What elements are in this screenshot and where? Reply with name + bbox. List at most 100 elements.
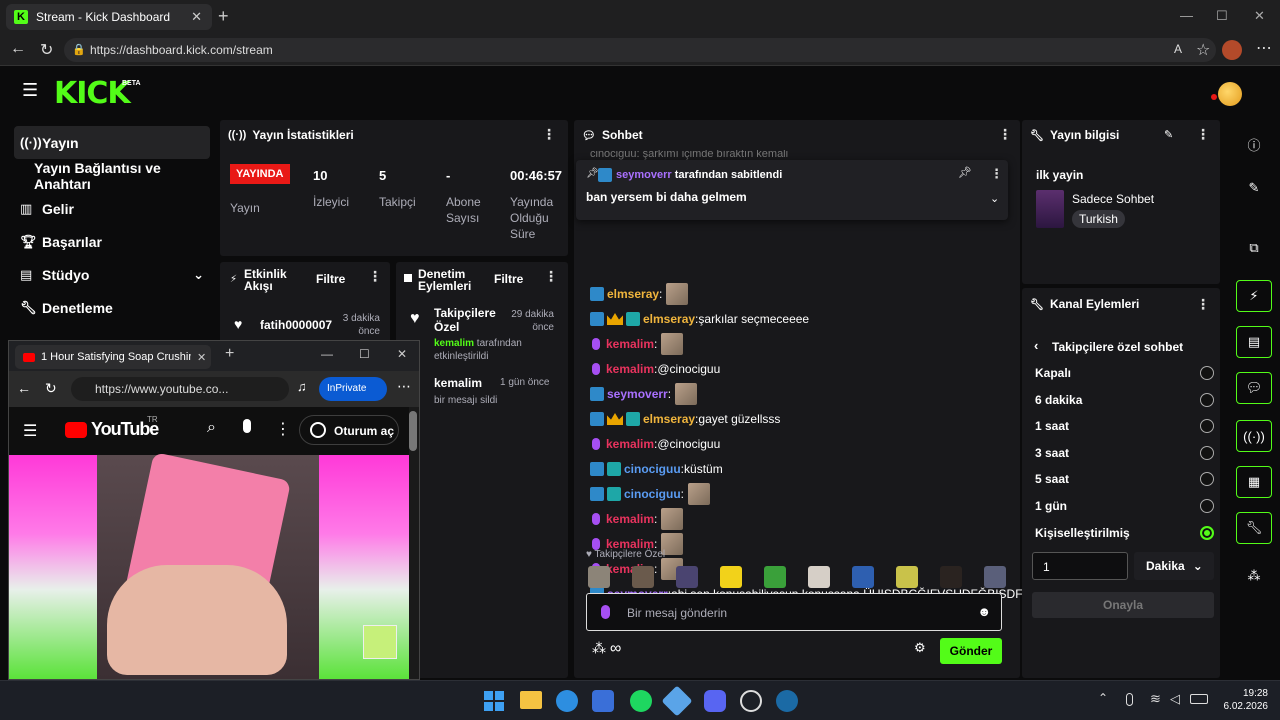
edit-pencil-icon[interactable]: ✎ — [1236, 172, 1272, 204]
sidebar-item-gelir[interactable]: ▥ Gelir — [14, 192, 210, 225]
points-icon[interactable]: ⁂ — [1236, 560, 1272, 592]
filter-button[interactable]: Filtre — [316, 272, 345, 286]
close-tab-icon[interactable]: ✕ — [191, 9, 202, 25]
radio-button[interactable] — [1200, 366, 1214, 380]
unit-select[interactable]: Dakika ⌄ — [1134, 552, 1214, 580]
activity-user[interactable]: fatih0000007 — [260, 318, 332, 332]
chat-bubble-icon[interactable]: 💬︎ — [1236, 372, 1272, 404]
chat-input[interactable]: Bir mesaj gönderin ☻ — [586, 593, 1002, 631]
minimize-icon[interactable]: — — [1180, 8, 1193, 23]
refresh-icon[interactable]: ↻ — [45, 380, 57, 397]
chat-emote[interactable] — [666, 283, 689, 305]
back-icon[interactable]: ← — [17, 380, 31, 396]
option-label[interactable]: 1 saat — [1035, 419, 1069, 433]
more-options-icon[interactable]: ⋮ — [542, 126, 556, 143]
spotify-icon[interactable] — [630, 690, 652, 712]
custom-duration-input[interactable]: 1 — [1032, 552, 1128, 580]
app-icon[interactable] — [661, 685, 693, 717]
emote-button[interactable] — [720, 566, 742, 588]
unpin-icon[interactable]: 📌︎ — [958, 166, 972, 179]
file-explorer-icon[interactable] — [520, 691, 542, 709]
mic-icon[interactable] — [1126, 693, 1133, 706]
chat-username[interactable]: cinociguu — [624, 462, 681, 476]
emote-button[interactable] — [852, 566, 874, 588]
broadcast-icon[interactable]: ((·)) — [1236, 420, 1272, 452]
chat-username[interactable]: cinociguu — [624, 487, 681, 501]
more-options-icon[interactable]: ⋮ — [1196, 296, 1210, 313]
chat-username[interactable]: elmseray — [643, 312, 695, 326]
close-window-icon[interactable]: ✕ — [397, 347, 407, 361]
sidebar-item-yayin[interactable]: ((·)) Yayın — [14, 126, 210, 159]
emote-button[interactable] — [632, 566, 654, 588]
profile-avatar[interactable] — [1222, 40, 1242, 60]
points-icon[interactable]: ⁂ — [592, 640, 606, 657]
filter-button[interactable]: Filtre — [494, 272, 523, 286]
emote-button[interactable] — [940, 566, 962, 588]
document-icon[interactable]: ▤ — [1236, 326, 1272, 358]
chevron-down-icon[interactable]: ⌄ — [990, 192, 999, 205]
sidebar-item-studyo[interactable]: ▤ Stüdyo ⌄ — [14, 258, 210, 291]
close-tab-icon[interactable]: ✕ — [197, 351, 206, 364]
extension-icon[interactable]: ♫ — [297, 379, 307, 394]
mod-item-user[interactable]: kemalim — [434, 376, 482, 390]
lightning-icon[interactable]: ⚡︎ — [1236, 280, 1272, 312]
mic-icon[interactable] — [243, 419, 251, 433]
close-window-icon[interactable]: ✕ — [1254, 8, 1265, 24]
scrollbar[interactable] — [409, 411, 417, 451]
hamburger-icon[interactable]: ☰ — [22, 80, 38, 101]
refresh-icon[interactable]: ↻ — [40, 40, 53, 60]
new-tab-button[interactable]: + — [225, 345, 234, 363]
option-label[interactable]: 6 dakika — [1035, 393, 1082, 407]
option-label[interactable]: Kişiselleştirilmiş — [1035, 526, 1130, 540]
inprivate-badge[interactable]: InPrivate — [319, 377, 387, 401]
chat-emote[interactable] — [688, 483, 711, 505]
read-aloud-icon[interactable]: A — [1174, 42, 1182, 56]
option-label[interactable]: 3 saat — [1035, 446, 1069, 460]
emote-button[interactable] — [764, 566, 786, 588]
edit-pencil-icon[interactable]: ✎ — [1164, 128, 1173, 141]
yt-url-field[interactable]: https://www.youtube.co... — [71, 377, 289, 401]
discord-icon[interactable] — [704, 690, 726, 712]
settings-gear-icon[interactable]: ⚙︎ — [914, 640, 926, 656]
kick-logo[interactable]: KICK — [54, 76, 131, 111]
more-options-icon[interactable]: ⋮ — [368, 268, 382, 285]
back-icon[interactable]: ← — [10, 40, 26, 58]
new-tab-button[interactable]: + — [218, 6, 229, 27]
chat-emote[interactable] — [661, 508, 684, 530]
more-options-icon[interactable]: ⋮ — [990, 166, 1003, 182]
chat-username[interactable]: elmseray — [643, 412, 695, 426]
radio-button[interactable] — [1200, 445, 1214, 460]
maximize-icon[interactable]: ☐ — [1216, 8, 1228, 24]
more-options-icon[interactable]: ⋮ — [1196, 126, 1210, 143]
apply-button[interactable]: Onayla — [1032, 592, 1214, 618]
store-icon[interactable] — [592, 690, 614, 712]
steam-icon[interactable] — [776, 690, 798, 712]
radio-button[interactable] — [1200, 499, 1214, 513]
favorite-star-icon[interactable]: ☆ — [1196, 40, 1210, 60]
chevron-down-icon[interactable]: ⌄ — [193, 267, 204, 283]
radio-button[interactable] — [1200, 392, 1214, 407]
radio-button[interactable] — [1200, 525, 1214, 540]
more-options-icon[interactable]: ⋮ — [544, 268, 558, 285]
edge-icon[interactable] — [556, 690, 578, 712]
chat-emote[interactable] — [661, 333, 684, 355]
clock[interactable]: 19:28 6.02.2026 — [1220, 687, 1269, 713]
chat-username[interactable]: kemalim — [606, 362, 654, 376]
option-label[interactable]: 5 saat — [1035, 472, 1069, 486]
layout-icon[interactable]: ▦ — [1236, 466, 1272, 498]
emote-button[interactable] — [896, 566, 918, 588]
emoji-picker-icon[interactable]: ☻ — [977, 604, 991, 619]
sidebar-item-basarilar[interactable]: 🏆︎ Başarılar — [14, 225, 210, 258]
maximize-icon[interactable]: ☐ — [359, 347, 370, 361]
wifi-icon[interactable]: ≋ — [1150, 691, 1161, 707]
emote-button[interactable] — [676, 566, 698, 588]
option-label[interactable]: 1 gün — [1035, 499, 1067, 513]
emote-button[interactable] — [808, 566, 830, 588]
emote-button[interactable] — [588, 566, 610, 588]
chat-emote[interactable] — [675, 383, 698, 405]
browser-tab[interactable]: K Stream - Kick Dashboard ✕ — [6, 4, 212, 30]
chat-username[interactable]: seymoverr — [607, 387, 668, 401]
battery-icon[interactable] — [1190, 694, 1208, 704]
chevron-up-icon[interactable]: ⌃ — [1098, 691, 1108, 705]
sign-in-button[interactable]: Oturum aç — [299, 415, 399, 445]
